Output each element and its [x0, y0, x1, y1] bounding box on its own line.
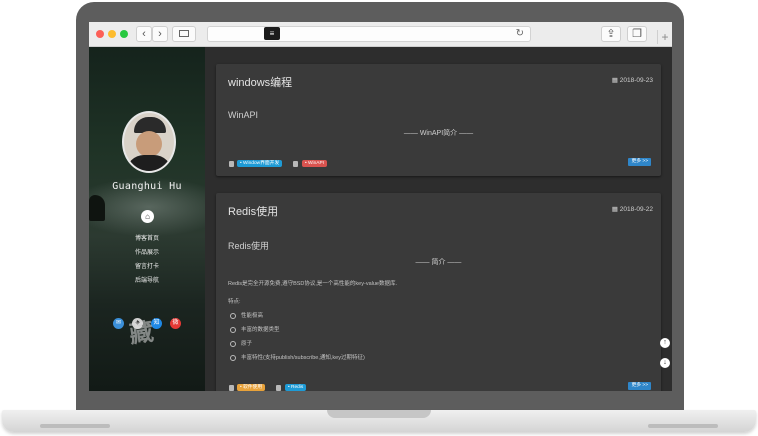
calendar-icon: ▦	[611, 77, 618, 84]
arrow-down-icon: ↓	[663, 359, 667, 366]
share-icon: ⇪	[606, 28, 616, 40]
zoom-window-button[interactable]	[120, 30, 128, 38]
check-circle-icon	[230, 354, 236, 361]
list-item: 丰富特性(支持publish/subscribe,通知,key过期特征)	[230, 353, 365, 361]
post-title[interactable]: Redis使用	[228, 203, 278, 219]
email-icon[interactable]: ✉	[113, 318, 124, 329]
bookmark-icon	[293, 161, 298, 167]
keyword-tag[interactable]: • Redis	[285, 384, 307, 391]
post-intro: Redis是完全开源免费,遵守BSD协议,是一个高性能的key-value数据库…	[228, 281, 397, 287]
tabs-icon: ❐	[632, 28, 642, 40]
bookmark-icon	[276, 385, 281, 391]
category-tag[interactable]: • 软件使用	[237, 384, 266, 391]
arrow-up-icon: ↑	[663, 339, 667, 346]
tabs-button[interactable]: ❐	[627, 26, 647, 42]
scroll-to-bottom-button[interactable]: ↓	[660, 358, 670, 368]
post-section-heading: —— 简介 ——	[415, 259, 462, 266]
post-subtitle: WinAPI	[228, 110, 259, 120]
post-card: Redis使用 ▦ 2018-09-22 Redis使用 —— 简介 —— Re…	[216, 193, 661, 391]
laptop-foot-left	[40, 424, 110, 428]
laptop-screen: ‹ › ≡ ↻ ⇪ ❐ + Guanghui Hu ⌂ 博客首页 作品展示 留言…	[89, 22, 672, 391]
category-icon	[229, 161, 234, 167]
post-date: ▦ 2018-09-22	[611, 206, 653, 213]
new-tab-button[interactable]: +	[657, 30, 672, 44]
blog-sidebar: Guanghui Hu ⌂ 博客首页 作品展示 留言打卡 后端导航 ✉ ◆ 知 …	[89, 47, 205, 391]
background-horse-silhouette	[89, 195, 105, 221]
post-subtitle: Redis使用	[228, 241, 270, 251]
post-list: windows编程 ▦ 2018-09-23 WinAPI —— WinAPI简…	[205, 47, 672, 391]
sidebar-toggle-button[interactable]	[172, 26, 196, 42]
site-favicon-icon: ≡	[264, 27, 280, 40]
post-date: ▦ 2018-09-23	[611, 77, 653, 84]
back-button[interactable]: ‹	[136, 26, 152, 42]
chevron-left-icon: ‹	[142, 28, 146, 40]
check-circle-icon	[230, 326, 236, 333]
browser-toolbar: ‹ › ≡ ↻ ⇪ ❐ +	[89, 22, 672, 47]
more-button[interactable]: 更多 >>	[628, 158, 651, 166]
sidebar-item-guestbook[interactable]: 留言打卡	[89, 261, 205, 270]
minimize-window-button[interactable]	[108, 30, 116, 38]
list-item: 原子	[230, 339, 252, 347]
sidebar-item-works[interactable]: 作品展示	[89, 247, 205, 256]
features-label: 特点:	[228, 299, 241, 305]
keyword-tag[interactable]: • WinAPI	[302, 160, 328, 167]
weibo-icon[interactable]: 微	[170, 318, 181, 329]
reload-icon[interactable]: ↻	[516, 27, 524, 41]
author-name: Guanghui Hu	[112, 181, 182, 192]
laptop-foot-right	[648, 424, 718, 428]
forward-button[interactable]: ›	[152, 26, 168, 42]
plus-icon: +	[661, 30, 669, 44]
scroll-to-top-button[interactable]: ↑	[660, 338, 670, 348]
calendar-icon: ▦	[611, 206, 618, 213]
calligraphy-decoration: 藏	[127, 316, 156, 349]
home-icon[interactable]: ⌂	[141, 210, 154, 223]
more-button[interactable]: 更多 >>	[628, 382, 651, 390]
list-item: 性能极高	[230, 311, 263, 319]
post-card: windows编程 ▦ 2018-09-23 WinAPI —— WinAPI简…	[216, 64, 661, 176]
check-circle-icon	[230, 312, 236, 319]
check-circle-icon	[230, 340, 236, 347]
share-button[interactable]: ⇪	[601, 26, 621, 42]
category-tag[interactable]: • Window界面开发	[237, 160, 283, 167]
list-item: 丰富的数据类型	[230, 325, 280, 333]
chevron-right-icon: ›	[158, 28, 162, 40]
sidebar-item-blog-home[interactable]: 博客首页	[89, 233, 205, 242]
avatar[interactable]	[122, 111, 176, 173]
category-icon	[229, 385, 234, 391]
laptop-notch	[327, 410, 431, 418]
sidebar-item-backend-nav[interactable]: 后端导航	[89, 275, 205, 284]
post-title[interactable]: windows编程	[228, 74, 292, 90]
post-section-heading: —— WinAPI简介 ——	[403, 130, 474, 137]
sidebar-toggle-icon	[179, 30, 189, 37]
close-window-button[interactable]	[96, 30, 104, 38]
address-bar[interactable]: ≡ ↻	[207, 26, 531, 42]
